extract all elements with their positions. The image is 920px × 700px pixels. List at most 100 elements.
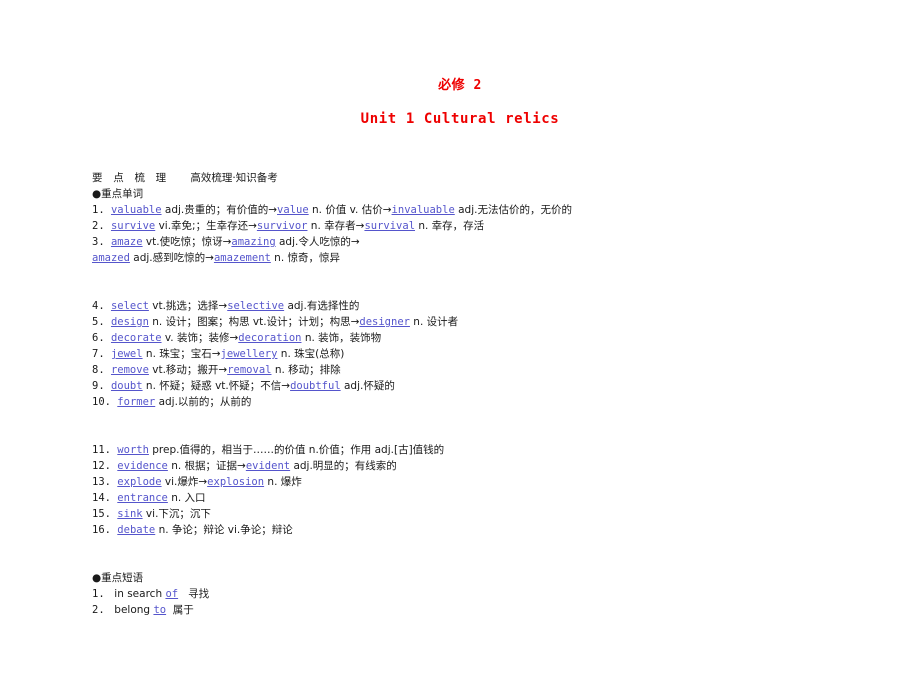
entry-text: n. 惊奇，惊异: [270, 252, 341, 264]
keyword-answer[interactable]: select: [111, 300, 149, 312]
words-group-1: 1. valuable adj.贵重的；有价值的→value n. 价值 v. …: [92, 202, 892, 266]
entry-number: 16.: [92, 524, 118, 536]
phrases-heading: ●重点短语: [92, 572, 144, 584]
entry-text: n. 装饰，装饰物: [301, 332, 382, 344]
keyword-answer[interactable]: evident: [246, 460, 290, 472]
entry-text: n. 移动；排除: [271, 364, 341, 376]
keyword-answer[interactable]: amazement: [214, 252, 271, 264]
keyword-answer[interactable]: to: [153, 604, 166, 616]
keyword-answer[interactable]: valuable: [111, 204, 162, 216]
group-spacer-2: [92, 410, 892, 442]
keyword-answer[interactable]: entrance: [117, 492, 168, 504]
entry-text: vi.幸免;；生幸存还→: [155, 220, 257, 232]
keyword-answer[interactable]: evidence: [117, 460, 168, 472]
entry-text: vi.下沉；沉下: [142, 508, 211, 520]
unit-title: Unit 1 Cultural relics: [360, 111, 560, 127]
entry-number: 6.: [92, 332, 111, 344]
vocab-entry: 8. remove vt.移动；搬开→removal n. 移动；排除: [92, 362, 892, 378]
keyword-answer[interactable]: jewellery: [221, 348, 278, 360]
entry-text: vi.爆炸→: [161, 476, 208, 488]
entry-text: in search: [110, 588, 166, 600]
entry-number: 2.: [92, 220, 111, 232]
keyword-answer[interactable]: selective: [227, 300, 284, 312]
vocab-entry: 6. decorate v. 装饰；装修→decoration n. 装饰，装饰…: [92, 330, 892, 346]
entry-text: 属于: [166, 604, 194, 616]
entry-text: adj.以前的；从前的: [155, 396, 252, 408]
vocab-entry: 4. select vt.挑选；选择→selective adj.有选择性的: [92, 298, 892, 314]
section-header: 要 点 梳 理 高效梳理·知识备考: [92, 170, 892, 186]
entry-number: 10.: [92, 396, 118, 408]
entry-text: adj.感到吃惊的→: [129, 252, 214, 264]
keyword-answer[interactable]: amazing: [231, 236, 275, 248]
entry-text: n. 爆炸: [264, 476, 302, 488]
keyword-answer[interactable]: value: [277, 204, 309, 216]
keyword-answer[interactable]: designer: [359, 316, 410, 328]
keyword-answer[interactable]: survive: [111, 220, 155, 232]
entry-text: vt.挑选；选择→: [148, 300, 228, 312]
entry-text: adj.贵重的；有价值的→: [161, 204, 278, 216]
vocab-entry: 15. sink vi.下沉；沉下: [92, 506, 892, 522]
keyword-answer[interactable]: explode: [117, 476, 161, 488]
entry-text: vt.使吃惊；惊讶→: [142, 236, 232, 248]
entry-number: 8.: [92, 364, 111, 376]
entry-number: 1.: [92, 588, 111, 600]
keyword-answer[interactable]: survival: [364, 220, 415, 232]
entry-text: n. 珠宝(总称): [277, 348, 345, 360]
words-group-3: 11. worth prep.值得的，相当于……的价值 n.价值；作用 adj.…: [92, 442, 892, 538]
entry-text: n. 设计；图案；构思 vt.设计；计划；构思→: [148, 316, 360, 328]
keyword-answer[interactable]: sink: [117, 508, 142, 520]
vocab-entry: 10. former adj.以前的；从前的: [92, 394, 892, 410]
entry-number: 12.: [92, 460, 118, 472]
keyword-answer[interactable]: former: [117, 396, 155, 408]
vocab-entry: 3. amaze vt.使吃惊；惊讶→amazing adj.令人吃惊的→: [92, 234, 892, 250]
entry-text: adj.无法估价的，无价的: [454, 204, 572, 216]
vocab-entry: amazed adj.感到吃惊的→amazement n. 惊奇，惊异: [92, 250, 892, 266]
keyword-answer[interactable]: decorate: [111, 332, 162, 344]
vocab-entry: 12. evidence n. 根据；证据→evident adj.明显的；有线…: [92, 458, 892, 474]
entry-text: n. 设计者: [409, 316, 459, 328]
keyword-answer[interactable]: debate: [117, 524, 155, 536]
keyword-answer[interactable]: decoration: [238, 332, 301, 344]
group-spacer-3: [92, 538, 892, 570]
vocab-entry: 11. worth prep.值得的，相当于……的价值 n.价值；作用 adj.…: [92, 442, 892, 458]
keyword-answer[interactable]: doubt: [111, 380, 143, 392]
entry-number: 13.: [92, 476, 118, 488]
vocab-entry: 7. jewel n. 珠宝；宝石→jewellery n. 珠宝(总称): [92, 346, 892, 362]
keyword-answer[interactable]: removal: [227, 364, 271, 376]
vocab-entry: 1. valuable adj.贵重的；有价值的→value n. 价值 v. …: [92, 202, 892, 218]
entry-number: 9.: [92, 380, 111, 392]
entry-text: adj.有选择性的: [284, 300, 360, 312]
entry-number: 4.: [92, 300, 111, 312]
entry-number: 1.: [92, 204, 111, 216]
keyword-answer[interactable]: remove: [111, 364, 149, 376]
words-group-2: 4. select vt.挑选；选择→selective adj.有选择性的 5.…: [92, 298, 892, 410]
entry-number: 5.: [92, 316, 111, 328]
keyword-answer[interactable]: doubtful: [290, 380, 341, 392]
section-header-tagline: 高效梳理·知识备考: [190, 172, 278, 184]
entry-text: adj.怀疑的: [340, 380, 395, 392]
entry-number: 3.: [92, 236, 111, 248]
entry-number: 14.: [92, 492, 118, 504]
entry-text: n. 幸存者→: [307, 220, 365, 232]
entry-text: 寻找: [178, 588, 210, 600]
keyword-answer[interactable]: of: [165, 588, 178, 600]
words-heading: ●重点单词: [92, 188, 144, 200]
vocab-entry: 2. survive vi.幸免;；生幸存还→survivor n. 幸存者→s…: [92, 218, 892, 234]
keyword-answer[interactable]: design: [111, 316, 149, 328]
keyword-answer[interactable]: jewel: [111, 348, 143, 360]
keyword-answer[interactable]: amaze: [111, 236, 143, 248]
entry-text: n. 争论；辩论 vi.争论；辩论: [155, 524, 293, 536]
keyword-answer[interactable]: amazed: [92, 252, 130, 264]
keyword-answer[interactable]: worth: [117, 444, 149, 456]
entry-text: n. 怀疑；疑惑 vt.怀疑；不信→: [142, 380, 291, 392]
entry-text: n. 幸存，存活: [415, 220, 485, 232]
keyword-answer[interactable]: invaluable: [392, 204, 455, 216]
keyword-answer[interactable]: survivor: [257, 220, 308, 232]
vocab-entry: 9. doubt n. 怀疑；疑惑 vt.怀疑；不信→doubtful adj.…: [92, 378, 892, 394]
entry-text: belong: [110, 604, 154, 616]
keyword-answer[interactable]: explosion: [207, 476, 264, 488]
page-title: 必修 2: [438, 78, 482, 93]
vocab-entry: 13. explode vi.爆炸→explosion n. 爆炸: [92, 474, 892, 490]
entry-text: prep.值得的，相当于……的价值 n.价值；作用 adj.[古]值钱的: [148, 444, 445, 456]
entry-number: 11.: [92, 444, 118, 456]
